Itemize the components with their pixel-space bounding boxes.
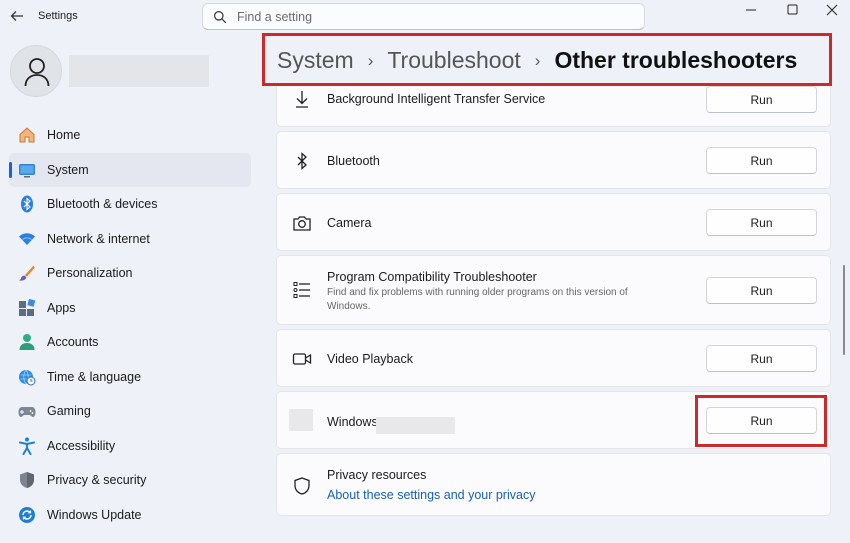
troubleshooter-description: Find and fix problems with running older… [327,287,628,312]
sidebar-item-accounts[interactable]: Accounts [9,325,251,360]
download-icon [296,91,308,108]
sidebar-item-gaming[interactable]: Gaming [9,394,251,429]
sidebar-item-label: Bluetooth & devices [47,197,158,212]
sidebar-item-bluetooth[interactable]: Bluetooth & devices [9,187,251,222]
globe-clock-icon [19,369,36,385]
sidebar-item-windows-update[interactable]: Windows Update [9,498,251,533]
troubleshooter-program-compatibility: Program Compatibility Troubleshooter Fin… [276,255,831,325]
run-button[interactable]: Run [706,345,817,372]
page-title: Other troubleshooters [554,47,798,73]
sidebar-item-label: Gaming [47,404,91,419]
back-arrow-icon[interactable] [8,7,26,25]
sidebar-nav: Home System Bluetooth & devices Network … [9,118,251,532]
privacy-resources-card: Privacy resources About these settings a… [276,453,831,516]
chevron-right-icon: › [534,50,541,70]
troubleshooter-camera: Camera Run [276,193,831,251]
accessibility-icon [19,437,35,455]
breadcrumb-troubleshoot[interactable]: Troubleshoot [387,47,520,74]
title-bar: Settings Find a setting [0,0,850,34]
redacted-icon [289,409,313,431]
home-icon [19,127,35,143]
troubleshooter-title: Background Intelligent Transfer Service [327,92,546,106]
gamepad-icon [18,407,36,417]
sidebar-item-label: Network & internet [47,231,150,246]
avatar[interactable] [10,45,62,97]
troubleshooter-title: Program Compatibility Troubleshooter [327,270,537,284]
chevron-right-icon: › [367,50,374,70]
account-icon [19,334,35,350]
sidebar-item-label: Home [47,128,81,143]
apps-icon [19,298,36,316]
person-icon [24,58,50,87]
search-input[interactable]: Find a setting [237,10,312,24]
maximize-icon[interactable] [782,2,802,18]
troubleshooter-title: Bluetooth [327,154,380,168]
shield-icon [294,477,310,495]
scrollbar[interactable] [843,265,845,355]
wifi-icon [19,232,35,245]
run-button[interactable]: Run [706,277,817,304]
sidebar-item-home[interactable]: Home [9,118,251,153]
sidebar-item-label: Personalization [47,266,133,281]
troubleshooter-title: Windows [327,415,378,429]
update-icon [19,506,35,523]
privacy-link[interactable]: About these settings and your privacy [327,488,535,502]
sidebar-item-time-language[interactable]: Time & language [9,360,251,395]
sidebar-item-apps[interactable]: Apps [9,291,251,326]
brush-icon [19,265,35,281]
camera-icon [293,216,311,231]
run-button[interactable]: Run [706,209,817,236]
system-icon [19,163,35,177]
redacted-text [376,417,455,434]
run-button[interactable]: Run [706,86,817,113]
sidebar-item-label: Apps [47,300,76,315]
video-icon [292,353,312,365]
privacy-title: Privacy resources [327,468,427,482]
breadcrumb-system[interactable]: System [277,47,354,74]
sidebar-item-accessibility[interactable]: Accessibility [9,429,251,464]
sidebar-item-label: Accessibility [47,438,116,453]
sidebar-item-network[interactable]: Network & internet [9,222,251,257]
sidebar-item-system[interactable]: System [9,152,251,187]
bluetooth-icon [21,195,33,213]
search-icon [214,11,227,24]
minimize-icon[interactable] [741,2,761,18]
troubleshooter-title: Camera [327,216,372,230]
breadcrumb: System › Troubleshoot › Other troublesho… [277,47,797,74]
sidebar-item-personalization[interactable]: Personalization [9,256,251,291]
shield-icon [20,472,34,488]
highlight-box [695,395,827,447]
bluetooth-icon [297,152,307,170]
close-icon[interactable] [822,2,842,18]
troubleshooter-video-playback: Video Playback Run [276,329,831,387]
troubleshooter-title: Video Playback [327,352,413,366]
sidebar-item-privacy[interactable]: Privacy & security [9,463,251,498]
breadcrumb-highlight: System › Troubleshoot › Other troublesho… [262,33,832,86]
list-icon [293,282,310,298]
app-title: Settings [38,10,78,22]
username-redacted [69,55,209,87]
sidebar-item-label: System [47,162,89,177]
sidebar-item-label: Time & language [47,369,142,384]
run-button[interactable]: Run [706,147,817,174]
sidebar-item-label: Privacy & security [47,473,147,488]
troubleshooter-bluetooth: Bluetooth Run [276,131,831,189]
sidebar-item-label: Windows Update [47,507,142,522]
sidebar-item-label: Accounts [47,335,99,350]
search-box[interactable]: Find a setting [202,3,645,30]
